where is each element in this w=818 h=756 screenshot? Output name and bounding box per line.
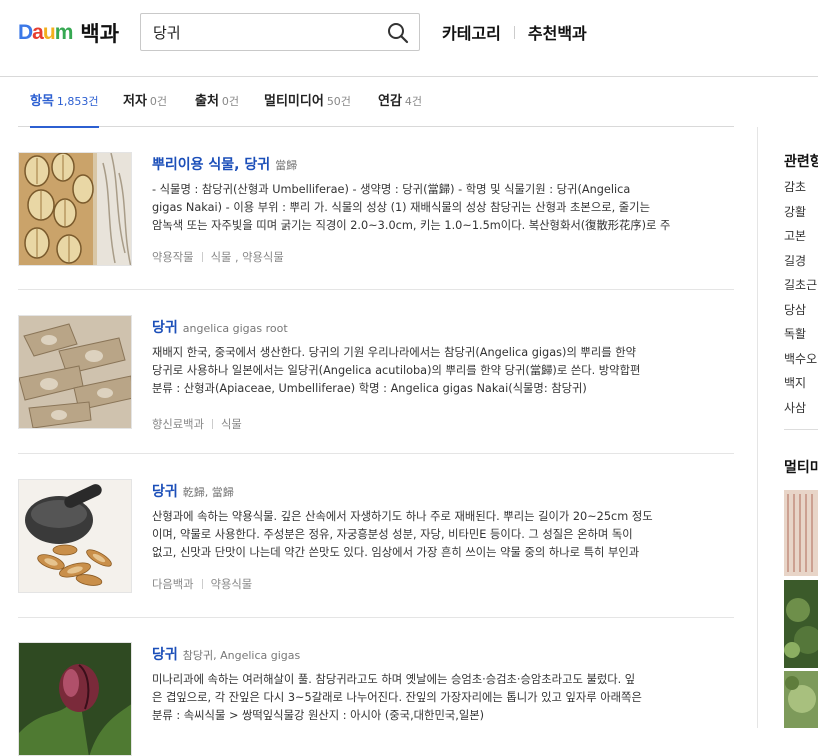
meta-source-link[interactable]: 다음백과 <box>152 578 194 591</box>
result-item: 당귀 乾歸, 當歸 산형과에 속하는 약용식물. 깊은 산속에서 자생하기도 하나… <box>18 454 734 618</box>
tab-multimedia[interactable]: 멀티미디어 50건 <box>264 77 351 127</box>
meta-divider <box>211 419 213 429</box>
desc-line: - 식물명 : 참당귀(산형과 Umbelliferae) - 생약명 : 당귀… <box>152 183 631 196</box>
result-meta: 향신료백과 식물 <box>152 416 242 432</box>
meta-divider <box>201 579 203 589</box>
desc-line: 이며, 약물로 사용한다. 주성분은 정유, 자궁흥분성 성분, 자당, 비타민… <box>152 528 633 541</box>
result-title-text: 당귀 <box>152 320 178 336</box>
result-subtitle: 當歸 <box>275 159 298 172</box>
result-title[interactable]: 당귀 乾歸, 當歸 <box>152 481 234 501</box>
meta-category-link[interactable]: 약용식물 <box>211 578 253 591</box>
search-input[interactable] <box>151 20 371 44</box>
desc-line: 당귀로 사용하나 일본에서는 일당귀(Angelica acutiloba)의 … <box>152 364 641 377</box>
result-subtitle: 乾歸, 當歸 <box>182 486 234 499</box>
meta-divider <box>201 252 203 262</box>
desc-line: 산형과에 속하는 약용식물. 깊은 산속에서 자생하기도 하나 주로 재배된다.… <box>152 510 653 523</box>
tab-label: 항목 <box>30 94 54 109</box>
tab-yearbook[interactable]: 연감 4건 <box>378 77 422 127</box>
search-box <box>140 13 420 51</box>
related-item[interactable]: 강활 <box>784 203 817 228</box>
tab-count: 0건 <box>221 95 240 108</box>
daum-logo[interactable]: Daum 백과 <box>18 20 119 46</box>
desc-line: 재배지 한국, 중국에서 생산한다. 당귀의 기원 우리나라에서는 참당귀(An… <box>152 346 636 359</box>
tab-source[interactable]: 출처 0건 <box>195 77 239 127</box>
related-item[interactable]: 길초근 <box>784 276 817 301</box>
related-item[interactable]: 감초 <box>784 178 817 203</box>
result-title[interactable]: 뿌리이용 식물, 당귀 當歸 <box>152 154 297 174</box>
tab-label: 연감 <box>378 94 402 109</box>
multimedia-thumbnail[interactable] <box>784 671 818 728</box>
related-item[interactable]: 백수오 <box>784 350 817 375</box>
related-item[interactable]: 당삼 <box>784 301 817 326</box>
result-description: 산형과에 속하는 약용식물. 깊은 산속에서 자생하기도 하나 주로 재배된다.… <box>152 508 714 562</box>
result-title-text: 당귀 <box>152 484 178 500</box>
result-thumbnail[interactable] <box>18 642 132 756</box>
result-title[interactable]: 당귀 참당귀, Angelica gigas <box>152 644 300 664</box>
top-nav: 카테고리 추천백과 <box>442 20 587 44</box>
nav-category[interactable]: 카테고리 <box>442 20 501 44</box>
meta-source-link[interactable]: 향신료백과 <box>152 418 204 431</box>
related-item[interactable]: 백지 <box>784 374 817 399</box>
meta-category-link[interactable]: 식물 <box>221 418 242 431</box>
tab-items[interactable]: 항목 1,853건 <box>30 77 99 128</box>
related-item[interactable]: 길경 <box>784 252 817 277</box>
result-description: - 식물명 : 참당귀(산형과 Umbelliferae) - 생약명 : 당귀… <box>152 181 714 235</box>
search-icon[interactable] <box>387 22 409 44</box>
service-title: 백과 <box>80 22 120 46</box>
multimedia-heading: 멀티미디어 <box>784 460 818 476</box>
result-item: 당귀 참당귀, Angelica gigas 미나리과에 속하는 여러해살이 풀.… <box>18 618 734 756</box>
result-meta: 약용작물 식물 , 약용식물 <box>152 249 284 265</box>
result-title-text: 당귀 <box>152 647 178 663</box>
tab-count: 0건 <box>149 95 168 108</box>
result-meta: 다음백과 약용식물 <box>152 576 252 592</box>
header: Daum 백과 카테고리 추천백과 <box>0 0 818 77</box>
result-thumbnail[interactable] <box>18 479 132 593</box>
related-heading: 관련항목 <box>784 154 818 170</box>
result-tabs: 항목 1,853건 저자 0건 출처 0건 멀티미디어 50건 연감 4건 <box>18 77 734 128</box>
desc-line: 암녹색 또는 자주빛을 띠며 굵기는 직경이 2.0~3.0cm, 키는 1.0… <box>152 219 671 232</box>
nav-divider <box>513 25 515 39</box>
desc-line: 없고, 신맛과 단맛이 나는데 약간 쓴맛도 있다. 임상에서 가장 흔히 쓰이… <box>152 546 640 559</box>
desc-line: 미나리과에 속하는 여러해살이 풀. 참당귀라고도 하며 옛날에는 승엄초·승검… <box>152 673 636 686</box>
sidebar-separator <box>784 429 818 430</box>
multimedia-thumbnail[interactable] <box>784 580 818 668</box>
result-subtitle: 참당귀, Angelica gigas <box>182 649 301 662</box>
result-description: 미나리과에 속하는 여러해살이 풀. 참당귀라고도 하며 옛날에는 승엄초·승검… <box>152 671 714 725</box>
tab-count: 4건 <box>404 95 423 108</box>
result-title[interactable]: 당귀 angelica gigas root <box>152 317 288 337</box>
desc-line: gigas Nakai) - 이용 부위 : 뿌리 가. 식물의 성상 (1) … <box>152 201 650 214</box>
result-subtitle: angelica gigas root <box>182 322 288 335</box>
tab-count: 1,853건 <box>56 95 99 108</box>
related-item[interactable]: 사삼 <box>784 399 817 424</box>
result-description: 재배지 한국, 중국에서 생산한다. 당귀의 기원 우리나라에서는 참당귀(An… <box>152 344 714 398</box>
desc-line: 은 겹잎으로, 각 잔잎은 다시 3~5갈래로 나누어진다. 잔잎의 가장자리에… <box>152 691 642 704</box>
meta-source-link[interactable]: 약용작물 <box>152 251 194 264</box>
multimedia-thumbnail[interactable] <box>784 490 818 576</box>
result-title-text: 뿌리이용 식물, 당귀 <box>152 157 271 173</box>
tab-label: 멀티미디어 <box>264 94 324 109</box>
related-item[interactable]: 고본 <box>784 227 817 252</box>
daum-wordmark: Daum <box>18 21 73 44</box>
tab-author[interactable]: 저자 0건 <box>123 77 167 127</box>
tab-count: 50건 <box>326 95 351 108</box>
sidebar-divider <box>757 127 758 728</box>
desc-line: 분류 : 산형과(Apiaceae, Umbelliferae) 학명 : An… <box>152 382 587 395</box>
tab-label: 저자 <box>123 94 147 109</box>
result-thumbnail[interactable] <box>18 152 132 266</box>
tab-label: 출처 <box>195 94 219 109</box>
related-item[interactable]: 독활 <box>784 325 817 350</box>
meta-category-link[interactable]: 식물 , 약용식물 <box>211 251 284 264</box>
result-thumbnail[interactable] <box>18 315 132 429</box>
nav-recommended[interactable]: 추천백과 <box>528 20 587 44</box>
result-item: 당귀 angelica gigas root 재배지 한국, 중국에서 생산한다.… <box>18 290 734 454</box>
desc-line: 분류 : 속씨식물 > 쌍떡잎식물강 원산지 : 아시아 (중국,대한민국,일본… <box>152 709 485 722</box>
result-item: 뿌리이용 식물, 당귀 當歸 - 식물명 : 참당귀(산형과 Umbellifer… <box>18 127 734 290</box>
related-list: 감초 강활 고본 길경 길초근 당삼 독활 백수오 백지 사삼 <box>784 178 817 423</box>
